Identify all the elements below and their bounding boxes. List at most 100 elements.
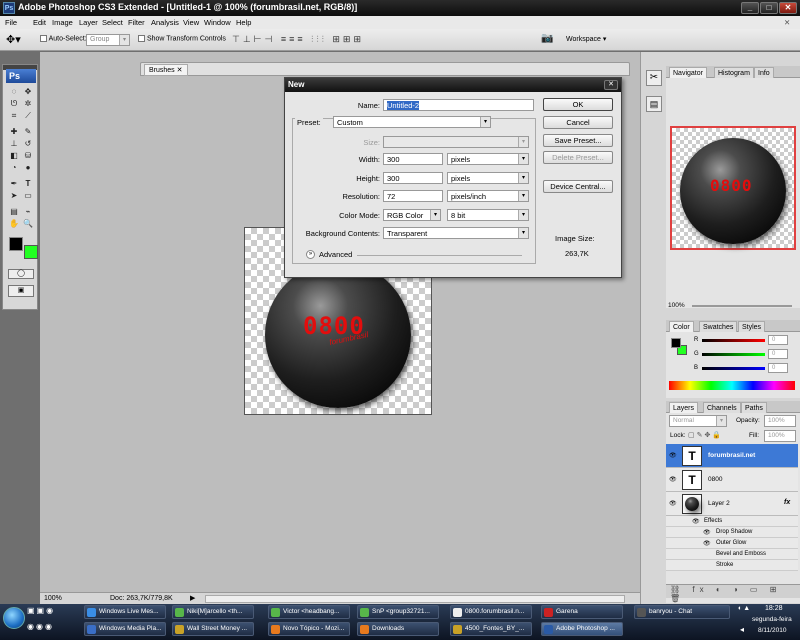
resolution-field[interactable]: 72 (383, 190, 443, 202)
bit-depth-dropdown[interactable]: 8 bit ▾ (447, 209, 529, 221)
eyedropper-icon[interactable]: ⌁ (22, 207, 34, 217)
photoshop-app-icon[interactable]: Ps (3, 2, 15, 14)
taskbar-item[interactable]: banryou - Chat (634, 605, 730, 619)
workspace-button[interactable]: Workspace ▾ (566, 35, 606, 43)
menu-edit[interactable]: Edit (33, 18, 46, 27)
tab-histogram[interactable]: Histogram (714, 67, 754, 78)
tab-navigator[interactable]: Navigator (669, 67, 707, 78)
camera-icon[interactable]: 📷 (541, 33, 553, 44)
shape-tool-icon[interactable]: ▭ (22, 191, 34, 201)
delete-preset-button[interactable]: Delete Preset... (543, 151, 613, 164)
history-icon[interactable]: ▤ (646, 96, 662, 112)
tray-icons[interactable]: ◐▲ (738, 605, 751, 612)
effect-outer-glow[interactable]: 👁 Outer Glow (666, 538, 798, 549)
width-field[interactable]: 300 (383, 153, 443, 165)
show-transform-checkbox[interactable] (138, 35, 145, 42)
dodge-tool-icon[interactable]: ● (22, 163, 34, 173)
fx-icon[interactable]: fx (784, 499, 790, 506)
clock-day[interactable]: segunda-feira (752, 616, 792, 623)
horizontal-scrollbar[interactable] (205, 595, 625, 603)
quick-mask-icon[interactable]: ◯ (8, 269, 34, 279)
zoom-level[interactable]: 100% (44, 595, 62, 602)
tab-channels[interactable]: Channels (703, 402, 741, 413)
slice-tool-icon[interactable]: ⟋ (22, 111, 34, 121)
marquee-tool-icon[interactable]: ◌ (8, 87, 20, 97)
magic-wand-icon[interactable]: ✲ (22, 99, 34, 109)
layers-footer-icons[interactable]: ⛓ fx ◐ ◑ ▭ ⊞ 🗑 (666, 584, 800, 603)
effect-drop-shadow[interactable]: 👁 Drop Shadow (666, 527, 798, 538)
color-fg-swatch[interactable] (671, 338, 681, 348)
menu-image[interactable]: Image (52, 18, 73, 27)
menubar-close-icon[interactable]: ✕ (784, 18, 790, 27)
menu-window[interactable]: Window (204, 18, 231, 27)
maximize-button[interactable]: □ (760, 2, 778, 14)
layer-row[interactable]: 👁 T 0800 (666, 468, 798, 492)
minimize-button[interactable]: _ (741, 2, 759, 14)
taskbar-item[interactable]: Victor <headbang... (268, 605, 350, 619)
background-contents-dropdown[interactable]: Transparent ▾ (383, 227, 529, 239)
taskbar-item[interactable]: 0800.forumbrasil.n... (450, 605, 532, 619)
blue-value[interactable]: 0 (768, 363, 788, 373)
taskbar-item[interactable]: Niki[M]arcello <th... (172, 605, 254, 619)
menu-view[interactable]: View (183, 18, 199, 27)
cancel-button[interactable]: Cancel (543, 116, 613, 129)
navigator-zoom-value[interactable]: 100% (668, 302, 685, 309)
taskbar-item[interactable]: Novo Tópico - Mozi... (268, 622, 350, 636)
taskbar-item-active[interactable]: Adobe Photoshop ... (541, 622, 623, 636)
quick-launch-icons[interactable]: ▣▣◉ (27, 606, 79, 618)
hand-tool-icon[interactable]: ✋ (8, 219, 20, 229)
bucket-tool-icon[interactable]: ⛁ (22, 151, 34, 161)
taskbar-item[interactable]: SnP <group32721... (357, 605, 439, 619)
auto-select-checkbox[interactable] (40, 35, 47, 42)
clock-time[interactable]: 18:28 (765, 605, 783, 612)
color-spectrum-bar[interactable] (669, 381, 795, 390)
menu-layer[interactable]: Layer (79, 18, 98, 27)
tools-preset-icon[interactable]: ✂ (646, 70, 662, 86)
blend-mode-dropdown[interactable]: Normal ▾ (669, 415, 727, 427)
resolution-unit-dropdown[interactable]: pixels/inch ▾ (447, 190, 529, 202)
taskbar-item[interactable]: Garena (541, 605, 623, 619)
path-select-icon[interactable]: ➤ (8, 191, 20, 201)
effect-stroke[interactable]: Stroke (666, 560, 798, 571)
background-color-swatch[interactable] (24, 245, 38, 259)
color-mode-dropdown[interactable]: RGB Color ▾ (383, 209, 441, 221)
blue-slider[interactable] (702, 367, 765, 370)
auto-select-dropdown[interactable]: Group ▾ (86, 34, 130, 46)
advanced-expand-icon[interactable]: » (306, 250, 315, 259)
name-field[interactable]: Untitled-2 (383, 99, 534, 111)
type-tool-icon[interactable]: T (22, 179, 34, 189)
zoom-tool-icon[interactable]: 🔍 (22, 219, 34, 229)
lock-icons[interactable]: ▢✎✥🔒 (688, 431, 723, 439)
menu-select[interactable]: Select (102, 18, 123, 27)
foreground-color-swatch[interactable] (9, 237, 23, 251)
effect-bevel-emboss[interactable]: Bevel and Emboss (666, 549, 798, 560)
taskbar-item[interactable]: Windows Media Pla... (84, 622, 166, 636)
tab-paths[interactable]: Paths (741, 402, 767, 413)
visibility-eye-icon[interactable]: 👁 (669, 500, 677, 507)
taskbar-item[interactable]: 4500_Fontes_BY_... (450, 622, 532, 636)
red-slider[interactable] (702, 339, 765, 342)
brushes-tab[interactable]: Brushes ✕ (144, 64, 188, 76)
ok-button[interactable]: OK (543, 98, 613, 111)
blur-tool-icon[interactable]: ◔ (8, 163, 20, 173)
width-unit-dropdown[interactable]: pixels ▾ (447, 153, 529, 165)
eye-icon[interactable]: 👁 (703, 529, 711, 536)
eye-icon[interactable]: 👁 (692, 518, 700, 525)
tab-layers[interactable]: Layers (669, 402, 699, 413)
menu-analysis[interactable]: Analysis (151, 18, 179, 27)
healing-tool-icon[interactable]: ✚ (8, 127, 20, 137)
menu-help[interactable]: Help (236, 18, 251, 27)
align-icons[interactable]: ⊤⊥⊢⊣ ≡≡≡ ⫶⫶⫶ ⊞⊞⊞ (232, 34, 364, 45)
move-tool-icon[interactable]: ✥▾ (6, 33, 21, 46)
quick-launch-icons-row2[interactable]: ◉◉◉ (27, 622, 79, 634)
device-central-button[interactable]: Device Central... (543, 180, 613, 193)
history-brush-icon[interactable]: ↺ (22, 139, 34, 149)
clock-date[interactable]: 8/11/2010 (758, 627, 786, 634)
eye-icon[interactable]: 👁 (703, 540, 711, 547)
fill-field[interactable]: 100% (764, 430, 796, 442)
menu-file[interactable]: File (5, 18, 17, 27)
red-value[interactable]: 0 (768, 335, 788, 345)
move-tool-icon[interactable]: ✥ (22, 87, 34, 97)
visibility-eye-icon[interactable]: 👁 (669, 452, 677, 459)
navigator-zoom-slider[interactable] (692, 305, 792, 307)
